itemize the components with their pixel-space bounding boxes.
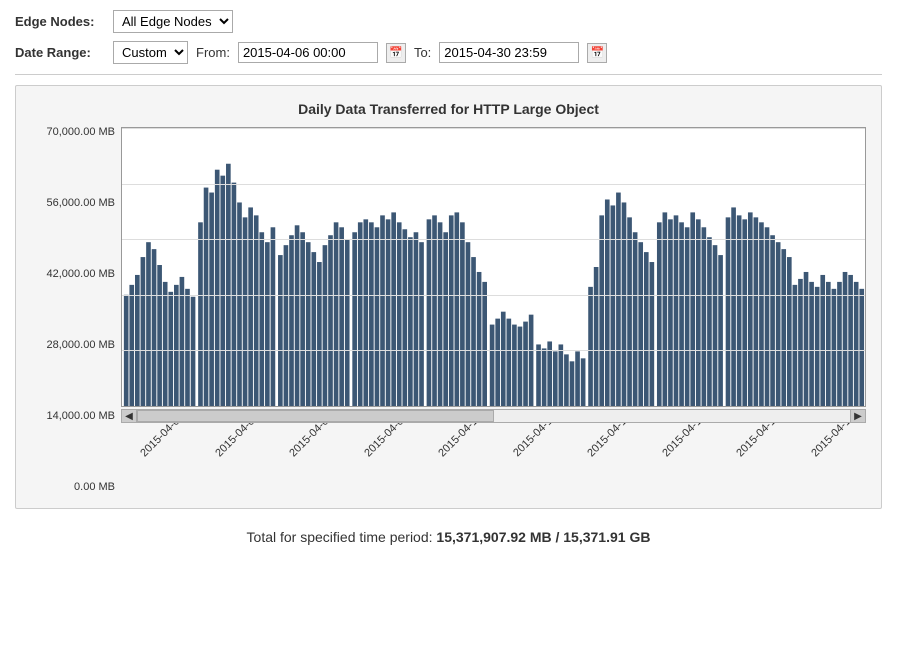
- y-axis: 70,000.00 MB 56,000.00 MB 42,000.00 MB 2…: [31, 127, 121, 493]
- y-label-2: 42,000.00 MB: [47, 269, 116, 280]
- to-date-input[interactable]: [439, 42, 579, 63]
- grid-line-4: [122, 350, 865, 351]
- scrollbar-area: ◀ ▶: [121, 409, 866, 423]
- bars-chart: [122, 128, 865, 406]
- x-label-5: 2015-04-11: [494, 423, 569, 493]
- total-value: 15,371,907.92 MB / 15,371.91 GB: [436, 529, 650, 545]
- x-label-9: 2015-04-15: [792, 423, 867, 493]
- y-label-5: 0.00 MB: [74, 482, 115, 493]
- grid-line-0: [122, 128, 865, 129]
- y-label-4: 14,000.00 MB: [47, 411, 116, 422]
- date-range-select[interactable]: Custom: [113, 41, 188, 64]
- y-label-1: 56,000.00 MB: [47, 198, 116, 209]
- chart-area: 70,000.00 MB 56,000.00 MB 42,000.00 MB 2…: [31, 127, 866, 493]
- x-label-3: 2015-04-09: [345, 423, 420, 493]
- x-label-6: 2015-04-12: [568, 423, 643, 493]
- to-calendar-icon[interactable]: 📅: [587, 43, 607, 63]
- total-label: Total for specified time period:: [247, 529, 433, 545]
- total-section: Total for specified time period: 15,371,…: [15, 529, 882, 545]
- from-date-input[interactable]: [238, 42, 378, 63]
- divider: [15, 74, 882, 75]
- x-axis-labels: 2015-04-06 2015-04-07 2015-04-08 2015-04…: [121, 423, 866, 493]
- controls-section: Edge Nodes: All Edge Nodes Date Range: C…: [15, 10, 882, 64]
- edge-nodes-label: Edge Nodes:: [15, 14, 105, 29]
- grid-line-5: [122, 406, 865, 407]
- edge-nodes-select[interactable]: All Edge Nodes: [113, 10, 233, 33]
- scrollbar-track[interactable]: [137, 409, 850, 423]
- edge-nodes-row: Edge Nodes: All Edge Nodes: [15, 10, 882, 33]
- x-label-8: 2015-04-14: [717, 423, 792, 493]
- grid-line-2: [122, 239, 865, 240]
- x-label-4: 2015-04-10: [419, 423, 494, 493]
- chart-plot: [121, 127, 866, 407]
- x-label-2: 2015-04-08: [270, 423, 345, 493]
- grid-line-3: [122, 295, 865, 296]
- chart-title: Daily Data Transferred for HTTP Large Ob…: [31, 101, 866, 117]
- date-range-label: Date Range:: [15, 45, 105, 60]
- scroll-right-arrow[interactable]: ▶: [850, 409, 866, 423]
- y-label-0: 70,000.00 MB: [47, 127, 116, 138]
- scroll-left-arrow[interactable]: ◀: [121, 409, 137, 423]
- from-calendar-icon[interactable]: 📅: [386, 43, 406, 63]
- chart-plot-wrapper: ◀ ▶ 2015-04-06 2015-04-07 2015-04-08 201…: [121, 127, 866, 493]
- chart-container: Daily Data Transferred for HTTP Large Ob…: [15, 85, 882, 509]
- from-label: From:: [196, 45, 230, 60]
- grid-line-1: [122, 184, 865, 185]
- to-label: To:: [414, 45, 431, 60]
- scrollbar-thumb[interactable]: [137, 410, 494, 422]
- x-label-1: 2015-04-07: [196, 423, 271, 493]
- x-label-7: 2015-04-13: [643, 423, 718, 493]
- y-label-3: 28,000.00 MB: [47, 340, 116, 351]
- x-label-0: 2015-04-06: [121, 423, 196, 493]
- date-range-row: Date Range: Custom From: 📅 To: 📅: [15, 41, 882, 64]
